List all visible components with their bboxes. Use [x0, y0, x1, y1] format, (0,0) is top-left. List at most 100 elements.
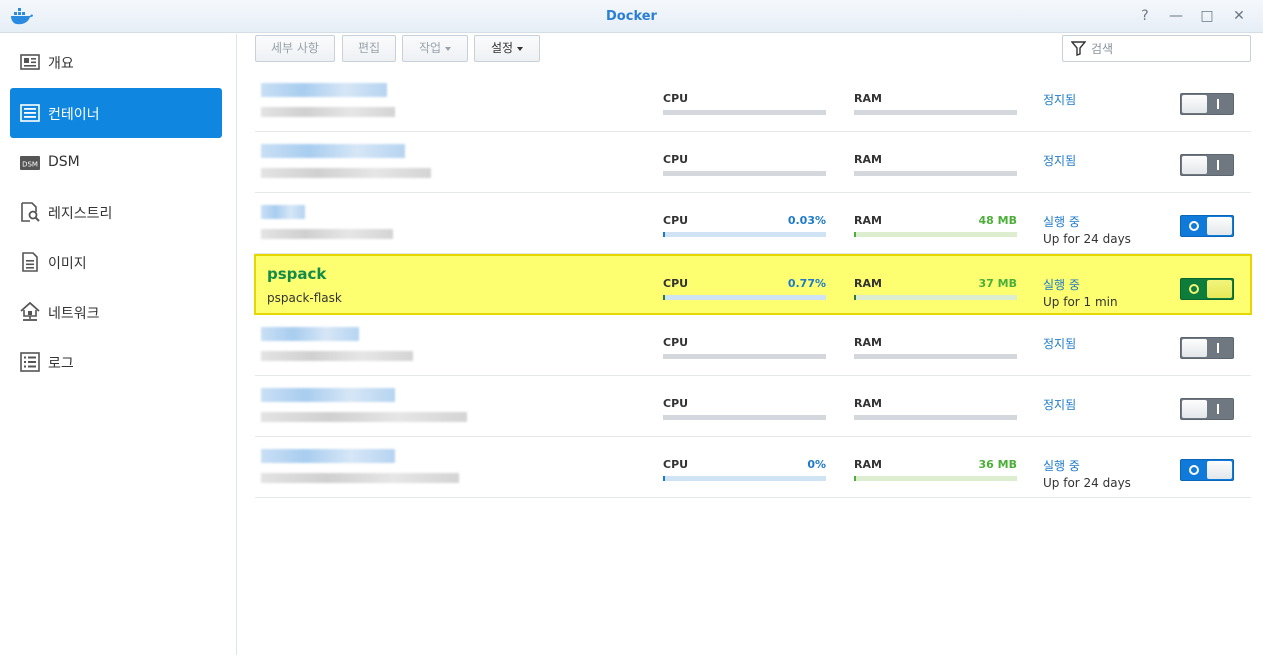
cpu-label: CPU: [663, 277, 689, 290]
run-toggle[interactable]: [1180, 154, 1234, 176]
ram-usage-bar: [854, 295, 1017, 300]
run-toggle[interactable]: [1180, 215, 1234, 237]
sidebar-item-label: 이미지: [48, 256, 87, 272]
container-row[interactable]: CPU RAM 정지됨: [255, 376, 1251, 437]
ram-usage-bar: [854, 415, 1017, 420]
cpu-label: CPU: [663, 397, 689, 410]
sidebar-item-registry[interactable]: 레지스트리: [10, 187, 222, 237]
ram-label: RAM: [854, 153, 882, 166]
ram-value: 36 MB: [978, 458, 1017, 471]
sidebar-item-label: 네트워크: [48, 306, 100, 322]
status-text: 실행 중: [1043, 278, 1080, 292]
sidebar-item-label: 레지스트리: [48, 206, 113, 222]
run-toggle[interactable]: [1180, 278, 1234, 300]
ram-label: RAM: [854, 458, 882, 471]
cpu-usage-bar: [663, 171, 826, 176]
cpu-usage-bar: [663, 354, 826, 359]
container-name-redacted: [261, 205, 305, 219]
chevron-down-icon: [445, 46, 452, 51]
container-icon: [20, 104, 40, 122]
status-text: 정지됨: [1043, 398, 1077, 412]
status-text: 정지됨: [1043, 337, 1077, 351]
filter-icon: [1071, 41, 1086, 56]
cpu-value: 0%: [807, 458, 826, 471]
toggle-knob: [1182, 156, 1207, 174]
window-title: Docker: [606, 9, 657, 24]
cpu-usage-bar: [663, 415, 826, 420]
minimize-button[interactable]: —: [1166, 6, 1186, 26]
run-toggle[interactable]: [1180, 459, 1234, 481]
cpu-usage-bar: [663, 295, 826, 300]
container-image-redacted: [261, 168, 431, 178]
container-image-redacted: [261, 473, 459, 483]
power-off-icon: [1217, 99, 1219, 109]
container-image-redacted: [261, 412, 467, 422]
sidebar-item-log[interactable]: 로그: [10, 337, 222, 387]
window-titlebar: Docker ? — □ ✕: [0, 0, 1263, 33]
sidebar-item-dsm[interactable]: DSM DSM: [10, 138, 222, 188]
search-box[interactable]: [1062, 35, 1251, 62]
sidebar-item-network[interactable]: 네트워크: [10, 287, 222, 337]
container-row[interactable]: CPU RAM 정지됨: [255, 132, 1251, 193]
ram-usage-bar: [854, 232, 1017, 237]
sidebar-item-label: 로그: [48, 356, 74, 372]
run-toggle[interactable]: [1180, 398, 1234, 420]
container-name-redacted: [261, 449, 395, 463]
cpu-value: 0.77%: [787, 277, 826, 290]
settings-dropdown[interactable]: 설정: [474, 35, 540, 62]
cpu-label: CPU: [663, 336, 689, 349]
help-button[interactable]: ?: [1135, 6, 1155, 26]
settings-label: 설정: [490, 41, 514, 55]
container-name-redacted: [261, 144, 405, 158]
toggle-knob: [1207, 461, 1232, 479]
container-name: pspack: [267, 265, 327, 283]
container-row[interactable]: CPU 0% RAM 36 MB 실행 중 Up for 24 days: [255, 437, 1251, 498]
edit-button[interactable]: 편집: [342, 35, 396, 62]
status-text: 실행 중: [1043, 215, 1080, 229]
toggle-knob: [1182, 339, 1207, 357]
ram-value: 48 MB: [978, 214, 1017, 227]
power-off-icon: [1217, 343, 1219, 353]
container-image: pspack-flask: [267, 291, 342, 305]
image-icon: [22, 252, 38, 272]
details-button[interactable]: 세부 사항: [255, 35, 335, 62]
ram-label: RAM: [854, 336, 882, 349]
ram-label: RAM: [854, 92, 882, 105]
power-on-icon: [1189, 284, 1199, 294]
cpu-usage-bar: [663, 476, 826, 481]
sidebar-item-overview[interactable]: 개요: [10, 37, 222, 87]
container-row[interactable]: CPU 0.03% RAM 48 MB 실행 중 Up for 24 days: [255, 193, 1251, 254]
sidebar: 개요 컨테이너 DSM DSM 레지스트리 이미지 네트워크 로그: [0, 34, 237, 655]
action-label: 작업: [418, 41, 442, 55]
cpu-label: CPU: [663, 92, 689, 105]
toggle-knob: [1182, 400, 1207, 418]
ram-value: 37 MB: [978, 277, 1017, 290]
container-row[interactable]: CPU RAM 정지됨: [255, 315, 1251, 376]
toggle-knob: [1207, 217, 1232, 235]
container-image-redacted: [261, 351, 413, 361]
run-toggle[interactable]: [1180, 337, 1234, 359]
uptime-text: Up for 1 min: [1043, 295, 1118, 309]
cpu-usage-bar: [663, 232, 826, 237]
status-text: 정지됨: [1043, 93, 1077, 107]
ram-label: RAM: [854, 214, 882, 227]
container-name-redacted: [261, 83, 387, 97]
network-icon: [20, 302, 40, 321]
action-dropdown[interactable]: 작업: [402, 35, 468, 62]
power-off-icon: [1217, 160, 1219, 170]
maximize-button[interactable]: □: [1197, 6, 1217, 26]
sidebar-item-image[interactable]: 이미지: [10, 237, 222, 287]
container-row[interactable]: CPU RAM 정지됨: [255, 71, 1251, 132]
ram-usage-bar: [854, 171, 1017, 176]
close-button[interactable]: ✕: [1229, 6, 1249, 26]
ram-label: RAM: [854, 397, 882, 410]
run-toggle[interactable]: [1180, 93, 1234, 115]
cpu-usage-bar: [663, 110, 826, 115]
sidebar-item-container[interactable]: 컨테이너: [10, 88, 222, 138]
cpu-label: CPU: [663, 458, 689, 471]
dsm-icon: DSM: [20, 156, 40, 170]
cpu-value: 0.03%: [787, 214, 826, 227]
svg-text:DSM: DSM: [22, 161, 38, 169]
search-input[interactable]: [1091, 40, 1241, 58]
container-row[interactable]: pspack pspack-flask CPU 0.77% RAM 37 MB 실행 중…: [254, 254, 1252, 315]
